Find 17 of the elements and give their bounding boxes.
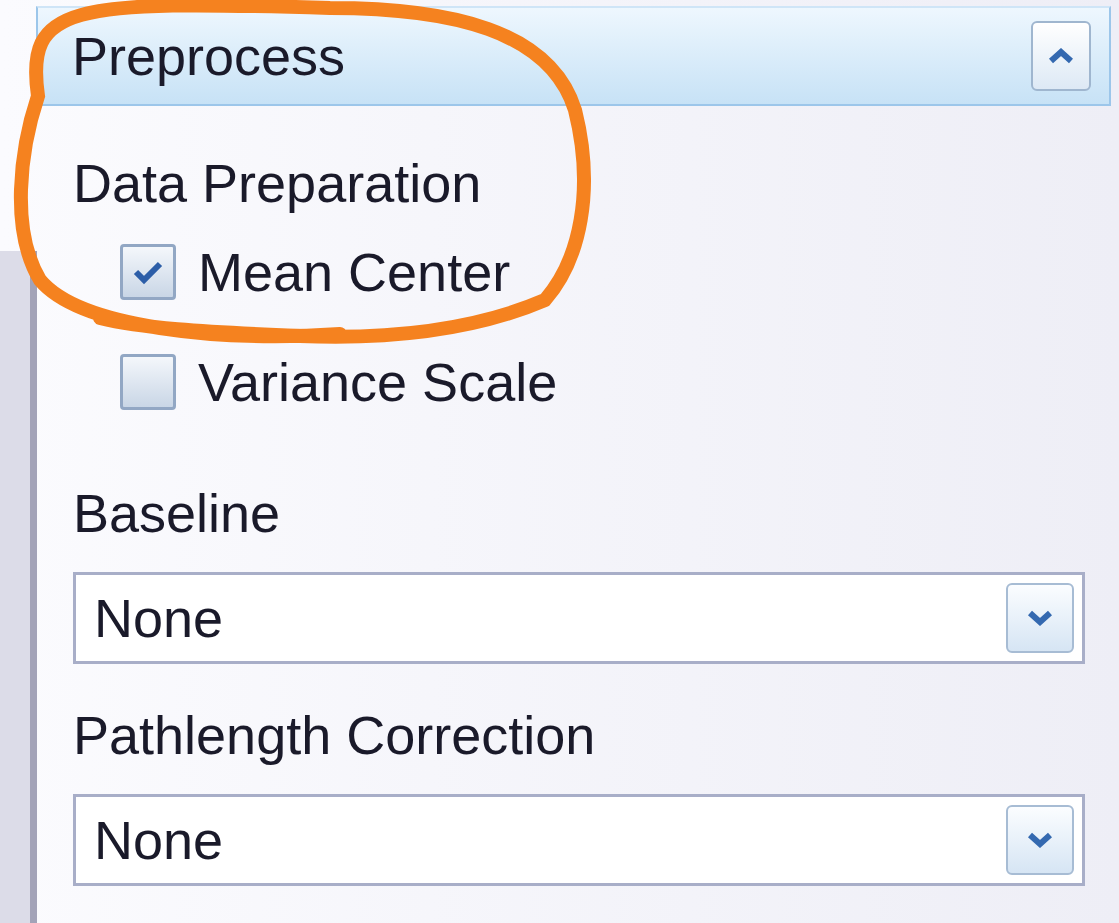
section-label: Baseline bbox=[73, 482, 282, 544]
section-label: Data Preparation bbox=[73, 152, 483, 214]
check-icon bbox=[133, 259, 163, 285]
checkbox[interactable] bbox=[120, 244, 176, 300]
collapse-button[interactable] bbox=[1031, 21, 1091, 91]
checkbox[interactable] bbox=[120, 354, 176, 410]
dropdown[interactable]: None bbox=[73, 572, 1085, 664]
panel-title: Preprocess bbox=[72, 25, 346, 87]
section-label: Pathlength Correction bbox=[73, 704, 597, 766]
dropdown-value: None bbox=[94, 587, 224, 649]
dropdown[interactable]: None bbox=[73, 794, 1085, 886]
dropdown-value: None bbox=[94, 809, 224, 871]
chevron-icon bbox=[1048, 48, 1074, 64]
checkbox-label: Variance Scale bbox=[198, 352, 558, 412]
chevron-down-icon[interactable] bbox=[1006, 805, 1074, 875]
checkbox-label: Mean Center bbox=[198, 242, 511, 302]
chevron-down-icon[interactable] bbox=[1006, 583, 1074, 653]
